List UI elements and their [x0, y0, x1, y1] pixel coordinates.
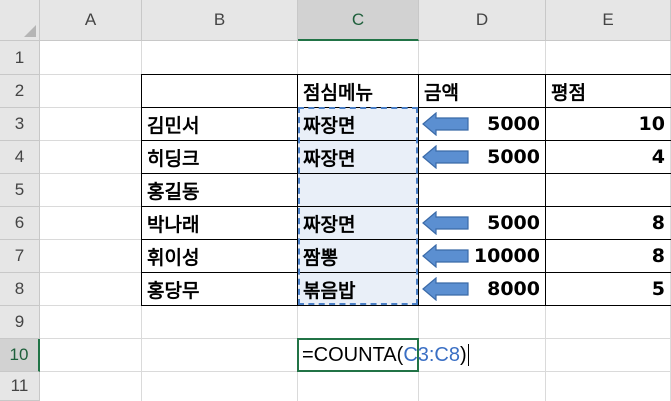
column-header-A[interactable]: A: [40, 0, 142, 41]
cell-E7[interactable]: 8: [546, 240, 670, 272]
cell-B3[interactable]: 김민서: [142, 108, 297, 140]
cell-B6[interactable]: 박나래: [142, 207, 297, 239]
cell-D2[interactable]: 금액: [419, 75, 545, 107]
row-header-8[interactable]: 8: [0, 273, 40, 306]
cell-B7[interactable]: 휘이성: [142, 240, 297, 272]
row-header-4[interactable]: 4: [0, 141, 40, 174]
cell-E6[interactable]: 8: [546, 207, 670, 239]
left-arrow-icon: [422, 277, 469, 301]
row-header-6[interactable]: 6: [0, 207, 40, 240]
column-header-D[interactable]: D: [419, 0, 546, 41]
left-arrow-icon: [422, 211, 469, 235]
column-header-C[interactable]: C: [298, 0, 419, 41]
text-caret: [467, 344, 469, 366]
row-header-2[interactable]: 2: [0, 75, 40, 108]
spreadsheet-grid: 점심메뉴 금액 평점 김민서 짜장면 5000 10 히딩크 짜장면 5000 …: [0, 0, 671, 401]
cell-C2[interactable]: 점심메뉴: [298, 75, 418, 107]
cell-B5[interactable]: 홍길동: [142, 174, 297, 206]
cell-C4[interactable]: 짜장면: [298, 141, 418, 173]
cell-B4[interactable]: 히딩크: [142, 141, 297, 173]
formula-text[interactable]: =COUNTA(C3:C8): [302, 338, 469, 372]
column-header-B[interactable]: B: [142, 0, 298, 41]
row-header-10[interactable]: 10: [0, 339, 40, 372]
row-header-11[interactable]: 11: [0, 372, 40, 401]
table-border: [141, 305, 671, 306]
left-arrow-icon: [422, 112, 469, 136]
left-arrow-icon: [422, 145, 469, 169]
row-header-7[interactable]: 7: [0, 240, 40, 273]
cell-E2[interactable]: 평점: [546, 75, 670, 107]
select-all-corner[interactable]: [0, 0, 40, 41]
formula-range-reference: C3:C8: [403, 343, 461, 366]
cell-C8[interactable]: 볶음밥: [298, 273, 418, 305]
row-header-3[interactable]: 3: [0, 108, 40, 141]
formula-prefix: =COUNTA(: [302, 343, 404, 366]
cell-E3[interactable]: 10: [546, 108, 670, 140]
row-header-1[interactable]: 1: [0, 41, 40, 75]
cell-C7[interactable]: 짬뽕: [298, 240, 418, 272]
cell-E4[interactable]: 4: [546, 141, 670, 173]
cell-B8[interactable]: 홍당무: [142, 273, 297, 305]
column-header-E[interactable]: E: [546, 0, 671, 41]
row-header-9[interactable]: 9: [0, 306, 40, 339]
cell-E8[interactable]: 5: [546, 273, 670, 305]
left-arrow-icon: [422, 244, 469, 268]
row-header-5[interactable]: 5: [0, 174, 40, 207]
formula-suffix: ): [460, 343, 467, 366]
cell-C3[interactable]: 짜장면: [298, 108, 418, 140]
cell-C6[interactable]: 짜장면: [298, 207, 418, 239]
